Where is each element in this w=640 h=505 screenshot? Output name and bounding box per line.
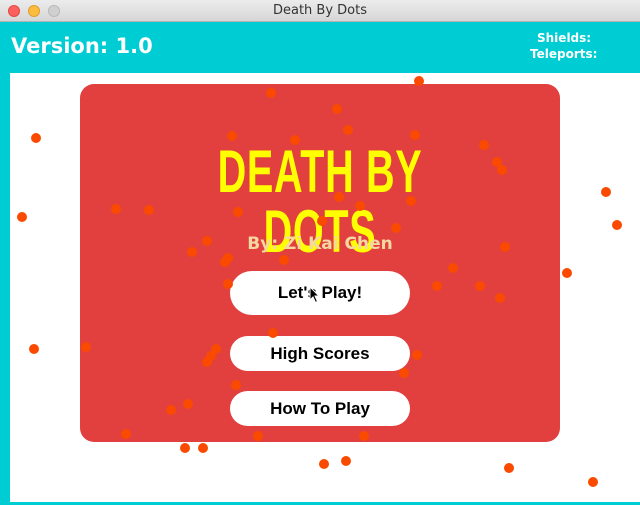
enemy-dot [399,368,409,378]
enemy-dot [410,130,420,140]
enemy-dot [359,431,369,441]
enemy-dot [111,204,121,214]
enemy-dot [504,463,514,473]
enemy-dot [121,429,131,439]
enemy-dot [279,255,289,265]
author-label: By: Zi Kai Chen [247,234,393,254]
window-title: Death By Dots [272,3,368,18]
enemy-dot [495,293,505,303]
window-titlebar: Death By Dots [0,0,640,22]
mouse-cursor-icon [309,286,321,304]
enemy-dot [479,140,489,150]
enemy-dot [475,281,485,291]
enemy-dot [432,281,442,291]
enemy-dot [290,135,300,145]
enemy-dot [562,268,572,278]
how-to-play-button[interactable]: How To Play [230,391,410,426]
enemy-dot [187,247,197,257]
enemy-dot [355,201,365,211]
enemy-dot [588,477,598,487]
enemy-dot [266,88,276,98]
version-label: Version: 1.0 [11,34,153,58]
enemy-dot [253,431,263,441]
enemy-dot [448,263,458,273]
enemy-dot [317,216,327,226]
enemy-dot [500,242,510,252]
enemy-dot [223,279,233,289]
enemy-dot [406,196,416,206]
main-menu-panel: DEATH BY DOTS By: Zi Kai Chen Let's Play… [80,84,560,442]
enemy-dot [334,192,344,202]
enemy-dot [17,212,27,222]
enemy-dot [412,350,422,360]
enemy-dot [202,357,212,367]
enemy-dot [31,133,41,143]
enemy-dot [223,253,233,263]
enemy-dot [319,459,329,469]
enemy-dot [144,205,154,215]
teleports-label: Teleports: [530,47,598,61]
game-header: Version: 1.0 Shields: Teleports: [0,22,640,73]
enemy-dot [332,104,342,114]
enemy-dot [268,328,278,338]
enemy-dot [612,220,622,230]
enemy-dot [180,443,190,453]
enemy-dot [183,399,193,409]
enemy-dot [414,76,424,86]
enemy-dot [343,125,353,135]
enemy-dot [198,443,208,453]
high-scores-button[interactable]: High Scores [230,336,410,371]
enemy-dot [29,344,39,354]
enemy-dot [497,165,507,175]
enemy-dot [391,223,401,233]
enemy-dot [341,456,351,466]
enemy-dot [227,131,237,141]
enemy-dot [231,380,241,390]
enemy-dot [81,342,91,352]
enemy-dot [202,236,212,246]
enemy-dot [233,207,243,217]
enemy-dot [166,405,176,415]
enemy-dot [601,187,611,197]
shields-label: Shields: [537,31,592,45]
